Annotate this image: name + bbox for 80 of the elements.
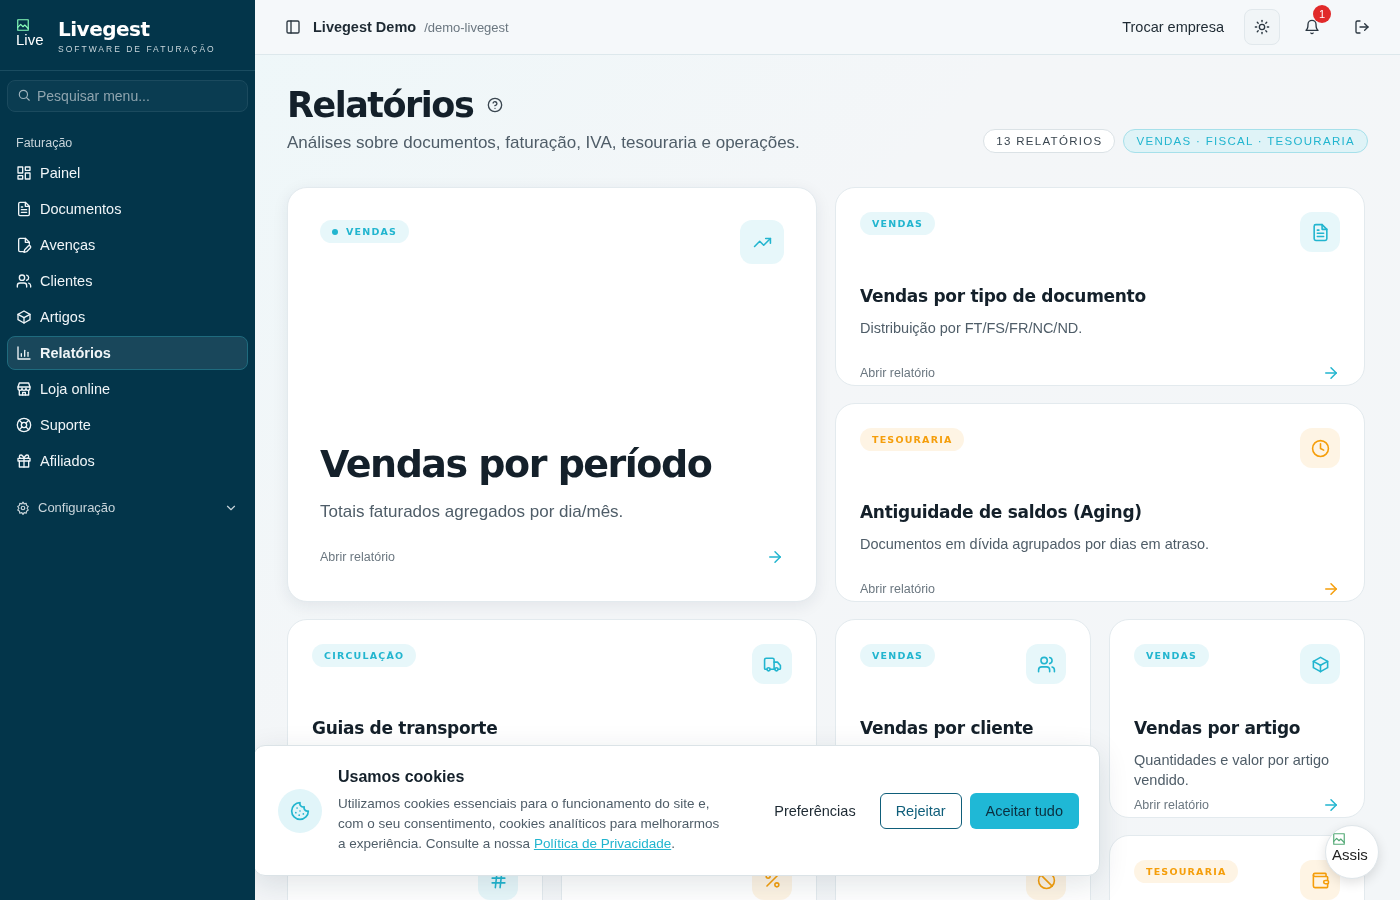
cookie-title: Usamos cookies <box>338 767 466 786</box>
bar-chart-icon <box>16 345 32 361</box>
report-card[interactable]: VENDAS Vendas por artigo Quantidades e valor por artigo vendido. Abrir relatório <box>1109 619 1365 818</box>
brand-name: Livegest <box>58 16 151 41</box>
report-description: Distribuição por FT/FS/FR/NC/ND. <box>860 319 1084 338</box>
search-icon <box>17 88 31 102</box>
report-description: Quantidades e valor por artigo vendido. <box>1134 751 1331 791</box>
category-tag: VENDAS <box>320 220 410 243</box>
report-title: Vendas por tipo de documento <box>860 286 1147 306</box>
report-count: 13 RELATÓRIOS <box>983 129 1116 153</box>
sidebar-item[interactable]: Artigos <box>7 300 248 334</box>
open-report-link[interactable]: Abrir relatório <box>860 366 936 380</box>
help-icon[interactable] <box>487 97 504 113</box>
category-tag: VENDAS <box>860 644 936 667</box>
category-tag: CIRCULAÇÃO <box>312 644 417 667</box>
report-description: Totais faturados agregados por dia/mês. <box>320 501 625 524</box>
report-card[interactable]: TESOURARIA Antiguidade de saldos (Aging) Documentos em dívida agrupados por dias em atraso. Abrir relatório <box>835 403 1365 602</box>
category-tag: TESOURARIA <box>1134 860 1239 883</box>
cookie-button[interactable]: Preferências <box>758 792 872 829</box>
report-card[interactable]: VENDAS Vendas por tipo de documento Distribuição por FT/FS/FR/NC/ND. Abrir relatório <box>835 187 1365 386</box>
cookie-icon <box>278 788 322 833</box>
sidebar-item[interactable]: Painel <box>7 156 248 190</box>
open-report-link[interactable]: Abrir relatório <box>320 550 396 564</box>
menu-search-field[interactable]: Pesquisar menu... <box>7 80 248 112</box>
sidebar-panel-icon <box>285 19 301 35</box>
cookie-button[interactable]: Rejeitar <box>879 792 962 829</box>
sidebar-item[interactable]: Clientes <box>7 264 248 298</box>
settings-icon <box>16 500 30 515</box>
report-title: Antiguidade de saldos (Aging) <box>860 502 1143 522</box>
box-icon <box>16 309 32 325</box>
box-icon <box>1300 644 1340 684</box>
switch-company-button[interactable]: Trocar empresa <box>1116 18 1230 36</box>
cookie-button[interactable]: Aceitar tudo <box>969 792 1079 829</box>
category-tag: VENDAS <box>1134 644 1210 667</box>
trend-up-icon <box>740 220 784 264</box>
report-title: Vendas por cliente <box>860 718 1035 738</box>
sidebar-item[interactable]: Loja online <box>7 372 248 406</box>
report-title: Vendas por período <box>320 442 713 487</box>
sidebar-item[interactable]: Relatórios <box>7 336 248 370</box>
pen-document-icon <box>16 237 32 253</box>
document-icon <box>16 201 32 217</box>
sidebar-item[interactable]: Suporte <box>7 408 248 442</box>
assistant-button[interactable]: Assis <box>1325 825 1379 879</box>
broken-logo-image: Live <box>16 18 48 52</box>
settings-menu[interactable]: Configuração <box>7 500 248 515</box>
company-slug: /demo-livegest <box>424 19 509 35</box>
page-title: Relatórios <box>287 85 474 125</box>
broken-image-icon <box>1332 832 1346 846</box>
report-card[interactable]: VENDAS Vendas por período Totais faturados agregados por dia/mês. Abrir relatório <box>287 187 817 602</box>
store-icon <box>16 381 32 397</box>
category-summary: VENDAS · FISCAL · TESOURARIA <box>1123 129 1368 153</box>
brand-tagline: SOFTWARE DE FATURAÇÃO <box>58 43 216 54</box>
open-report-link[interactable]: Abrir relatório <box>1134 798 1210 812</box>
truck-icon <box>752 644 792 684</box>
grid-icon <box>16 165 32 181</box>
section-label: Faturação <box>16 136 74 150</box>
gift-icon <box>16 453 32 469</box>
company-name: Livegest Demo <box>313 19 417 35</box>
open-report-link[interactable]: Abrir relatório <box>860 582 936 596</box>
clock-icon <box>1300 428 1340 468</box>
theme-toggle-button[interactable] <box>1244 9 1280 45</box>
category-tag: VENDAS <box>860 212 936 235</box>
sun-icon <box>1254 19 1270 35</box>
users-icon <box>16 273 32 289</box>
sidebar-item[interactable]: Afiliados <box>7 444 248 478</box>
report-title: Vendas por artigo <box>1134 718 1302 738</box>
sidebar-item[interactable]: Documentos <box>7 192 248 226</box>
notification-count: 1 <box>1313 5 1331 23</box>
cookie-message: Utilizamos cookies essenciais para o funcionamento do site e, com o seu consentimento, cookies analíticos para melhorarmos a experiência. Consulte a nossa Política de Privacidade. <box>338 794 721 853</box>
bell-icon <box>1304 19 1320 35</box>
report-title: Guias de transporte <box>312 718 499 738</box>
category-tag: TESOURARIA <box>860 428 965 451</box>
report-description: Documentos em dívida agrupados por dias em atraso. <box>860 535 1210 554</box>
wallet-icon <box>1300 860 1340 900</box>
page-subtitle: Análises sobre documentos, faturação, IVA, tesouraria e operações. <box>287 133 800 153</box>
users-icon <box>1026 644 1066 684</box>
logout-icon <box>1354 19 1370 35</box>
document-icon <box>1300 212 1340 252</box>
sidebar-item[interactable]: Avenças <box>7 228 248 262</box>
lifebuoy-icon <box>16 417 32 433</box>
